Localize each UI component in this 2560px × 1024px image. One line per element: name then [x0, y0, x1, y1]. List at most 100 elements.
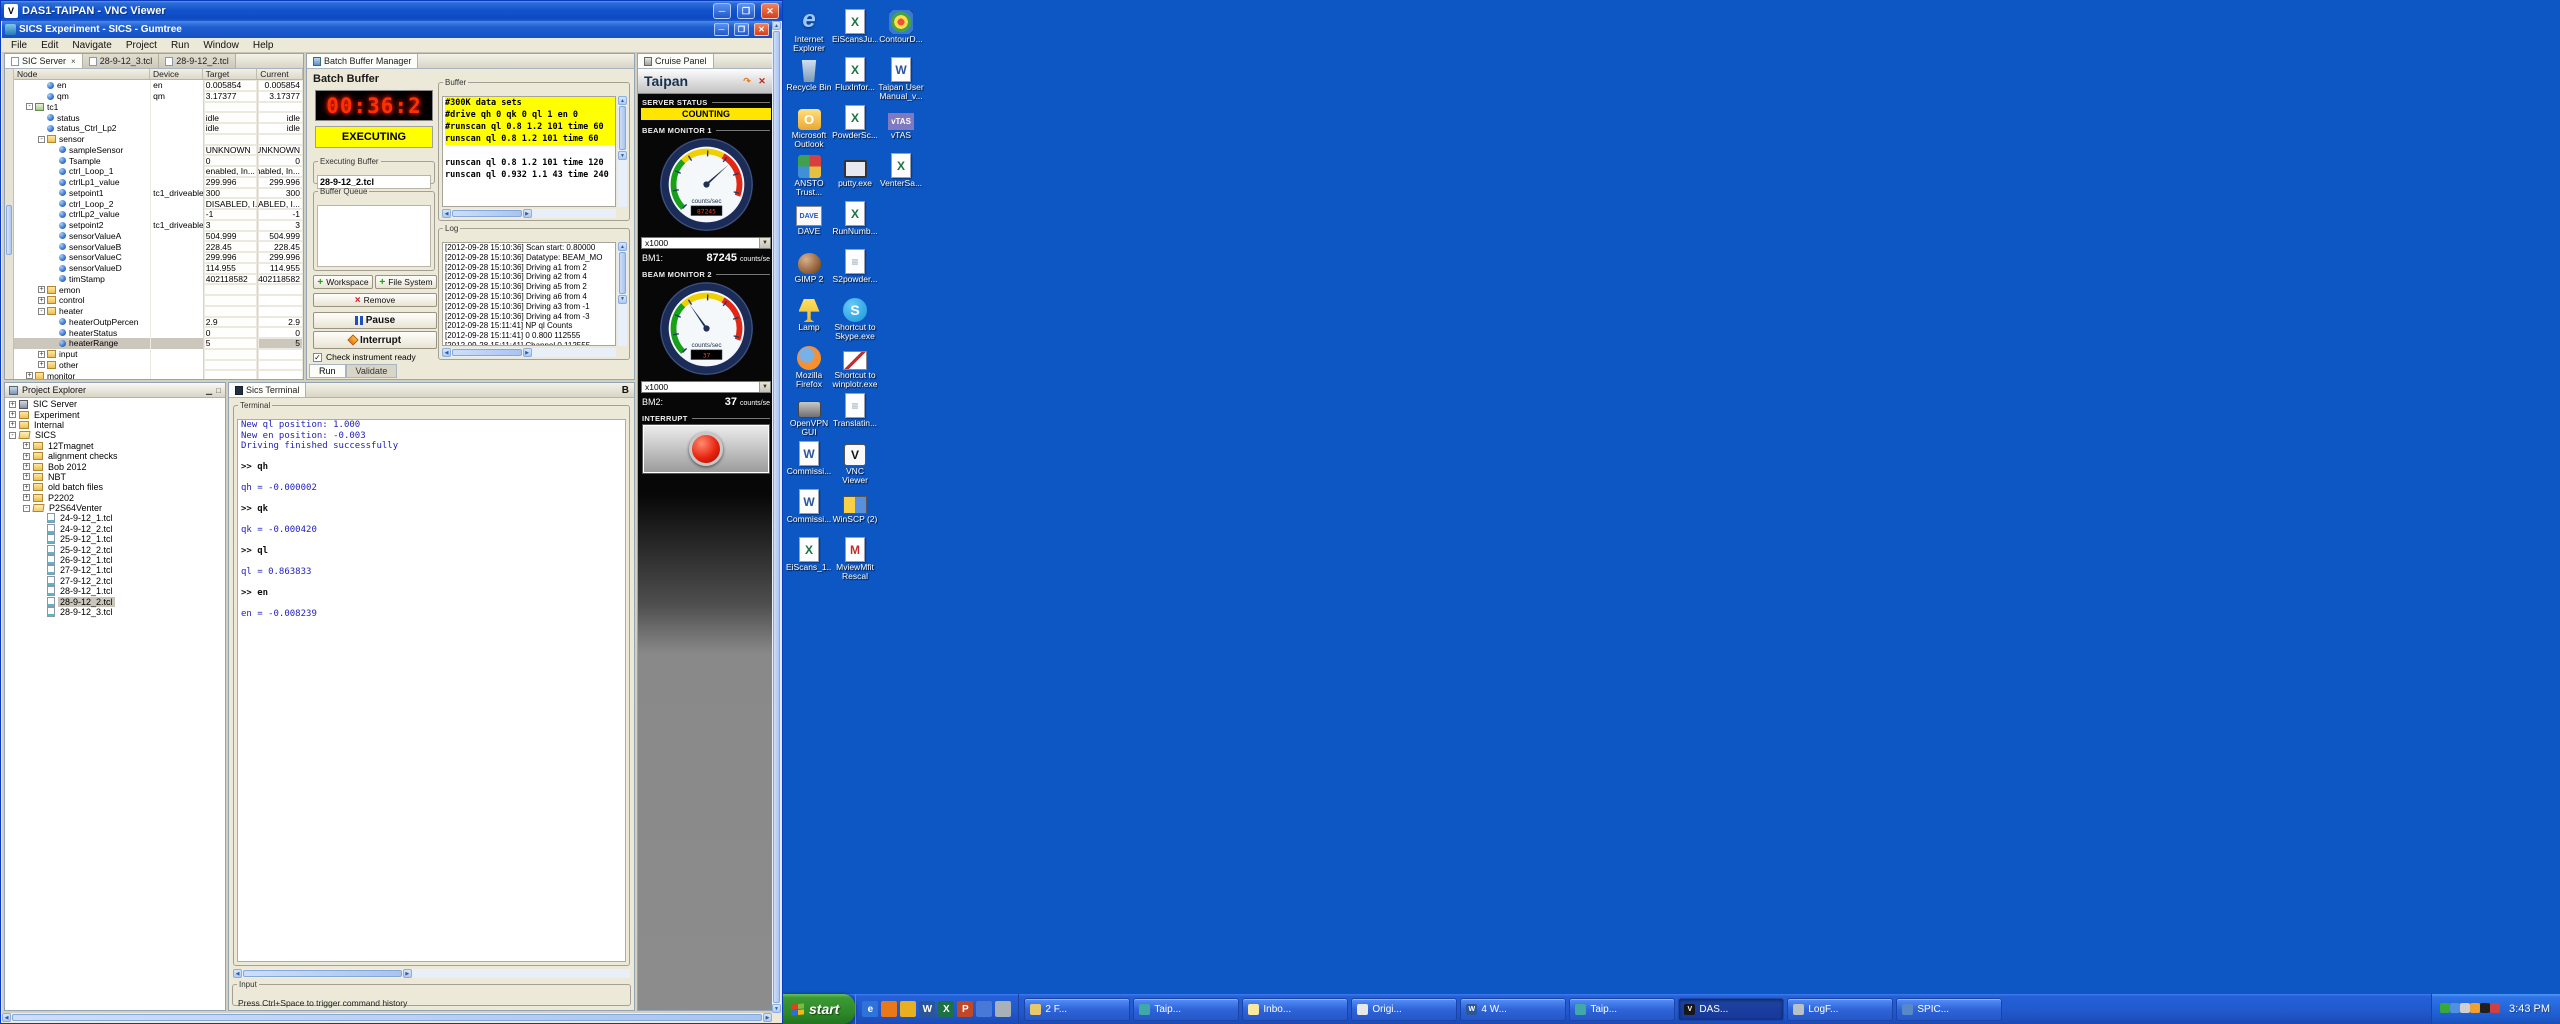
target-cell[interactable]: idle: [203, 112, 258, 123]
scroll-thumb[interactable]: [12, 1014, 762, 1021]
scroll-thumb[interactable]: [243, 970, 402, 977]
tree-expander-icon[interactable]: +: [9, 411, 16, 418]
tree-expander-icon[interactable]: -: [23, 505, 30, 512]
device-tree-row[interactable]: enen0.0058540.005854: [14, 80, 303, 91]
target-cell[interactable]: [203, 134, 258, 145]
desktop-icon-eiscansju[interactable]: XEiScansJu...: [832, 6, 878, 54]
target-cell[interactable]: 3.17377: [203, 91, 258, 102]
desktop-icon-eiscans-1[interactable]: XEiScans_1...: [786, 534, 832, 582]
tree-expander-icon[interactable]: -: [38, 136, 45, 143]
device-tree-row[interactable]: sensorValueB228.45228.45: [14, 241, 303, 252]
target-cell[interactable]: [203, 370, 258, 379]
desktop-icon-shortcut-to-skype-exe[interactable]: SShortcut to Skype.exe: [832, 294, 878, 342]
scroll-right-icon[interactable]: ▶: [763, 1013, 772, 1022]
target-cell[interactable]: 0: [203, 155, 258, 166]
device-tree-row[interactable]: timStamp402118582402118582: [14, 274, 303, 285]
project-explorer-header[interactable]: Project Explorer ▁□: [5, 383, 225, 398]
desktop-icon-openvpn-gui[interactable]: OpenVPN GUI: [786, 390, 832, 438]
device-tree-row[interactable]: +emon: [14, 284, 303, 295]
target-cell[interactable]: 299.996: [203, 177, 258, 188]
device-tree-row[interactable]: +control: [14, 295, 303, 306]
desktop-icon-runnumb[interactable]: XRunNumb...: [832, 198, 878, 246]
target-cell[interactable]: DISABLED, I...: [203, 198, 258, 209]
scroll-up-icon[interactable]: ▲: [618, 96, 627, 105]
device-tree-row[interactable]: status_Ctrl_Lp2idleidle: [14, 123, 303, 134]
column-header-target[interactable]: Target: [203, 69, 258, 79]
target-cell[interactable]: 0: [203, 327, 258, 338]
menu-run[interactable]: Run: [164, 38, 196, 52]
scroll-down-icon[interactable]: ▼: [772, 1004, 781, 1013]
scroll-down-icon[interactable]: ▼: [618, 295, 627, 304]
project-tree-row[interactable]: 25-9-12_2.tcl: [5, 544, 225, 554]
horizontal-scrollbar[interactable]: ◀▶: [442, 209, 616, 218]
scroll-up-icon[interactable]: ▲: [772, 21, 781, 30]
scroll-down-icon[interactable]: ▼: [618, 151, 627, 160]
tab-sic-server[interactable]: SIC Server×: [5, 54, 83, 68]
target-cell[interactable]: [203, 360, 258, 371]
quicklaunch-internet-explorer-icon[interactable]: e: [862, 1001, 878, 1017]
target-cell[interactable]: 2.9: [203, 317, 258, 328]
quicklaunch-firefox-icon[interactable]: [881, 1001, 897, 1017]
project-tree-row[interactable]: +SIC Server: [5, 399, 225, 409]
project-tree-row[interactable]: 24-9-12_2.tcl: [5, 524, 225, 534]
tray-update-orange-icon[interactable]: [2470, 1003, 2480, 1013]
tray-speaker-icon[interactable]: [2460, 1003, 2470, 1013]
device-tree-row[interactable]: ctrlLp2_value-1-1: [14, 209, 303, 220]
target-cell[interactable]: [203, 102, 258, 113]
device-tree-row[interactable]: setpoint2tc1_driveable233: [14, 220, 303, 231]
taskbar-button-taip[interactable]: Taip...: [1133, 998, 1239, 1021]
scroll-left-icon[interactable]: ◀: [233, 969, 242, 978]
tree-expander-icon[interactable]: +: [23, 484, 30, 491]
close-button[interactable]: ✕: [761, 3, 779, 19]
device-tree-row[interactable]: +monitor: [14, 370, 303, 379]
taskbar-button-taip[interactable]: Taip...: [1569, 998, 1675, 1021]
vertical-scrollbar[interactable]: ▲▼: [618, 242, 627, 346]
project-tree-row[interactable]: 28-9-12_2.tcl: [5, 596, 225, 606]
scroll-thumb[interactable]: [6, 205, 12, 255]
terminal-toolbar-b-button[interactable]: B: [622, 385, 629, 396]
tree-expander-icon[interactable]: +: [23, 473, 30, 480]
tray-network-icon[interactable]: [2450, 1003, 2460, 1013]
scroll-left-icon[interactable]: ◀: [442, 348, 451, 357]
target-cell[interactable]: 3: [203, 220, 258, 231]
quicklaunch-app-gray-icon[interactable]: [995, 1001, 1011, 1017]
taskbar-button-origi[interactable]: Origi...: [1351, 998, 1457, 1021]
command-input[interactable]: Press Ctrl+Space to trigger command hist…: [238, 998, 407, 1008]
desktop-icon-internet-explorer[interactable]: eInternet Explorer: [786, 6, 832, 54]
device-tree-row[interactable]: ctrl_Loop_1enabled, In...enabled, In...: [14, 166, 303, 177]
scroll-thumb[interactable]: [452, 210, 522, 217]
tab-validate[interactable]: Validate: [346, 364, 398, 378]
beam-monitor-2-scale-select[interactable]: x1000▼: [641, 381, 771, 393]
desktop-icon-ansto-trust[interactable]: ANSTO Trust...: [786, 150, 832, 198]
target-cell[interactable]: [203, 284, 258, 295]
device-tree-row[interactable]: statusidleidle: [14, 112, 303, 123]
target-cell[interactable]: idle: [203, 123, 258, 134]
scroll-left-icon[interactable]: ◀: [2, 1013, 11, 1022]
scroll-thumb[interactable]: [619, 106, 626, 150]
menu-file[interactable]: File: [4, 38, 34, 52]
scroll-thumb[interactable]: [452, 349, 522, 356]
device-tree-row[interactable]: -heater: [14, 306, 303, 317]
desktop-icon-contourd[interactable]: ContourD...: [878, 6, 924, 54]
device-tree-row[interactable]: sensorValueD114.955114.955: [14, 263, 303, 274]
desktop-icon-dave[interactable]: DAVEDAVE: [786, 198, 832, 246]
minimize-button[interactable]: ─: [713, 3, 731, 19]
desktop-icon-vnc-viewer[interactable]: VVNC Viewer: [832, 438, 878, 486]
workspace-button[interactable]: +Workspace: [313, 275, 373, 289]
desktop-icon-powdersc[interactable]: XPowderSc...: [832, 102, 878, 150]
horizontal-scrollbar[interactable]: ◀▶: [442, 348, 616, 357]
taskbar-button-2-f[interactable]: 2 F...: [1024, 998, 1130, 1021]
device-tree-row[interactable]: +input: [14, 349, 303, 360]
device-tree-row[interactable]: heaterRange55: [14, 338, 303, 349]
refresh-icon[interactable]: ↷: [741, 75, 753, 87]
device-tree-row[interactable]: sensorValueC299.996299.996: [14, 252, 303, 263]
project-tree-row[interactable]: 28-9-12_3.tcl: [5, 607, 225, 617]
project-tree-row[interactable]: -SICS: [5, 430, 225, 440]
target-cell[interactable]: 300: [203, 188, 258, 199]
desktop-icon-ventersa[interactable]: XVenterSa...: [878, 150, 924, 198]
tree-expander-icon[interactable]: +: [23, 463, 30, 470]
scroll-left-icon[interactable]: ◀: [442, 209, 451, 218]
maximize-button[interactable]: ❐: [734, 23, 749, 36]
scroll-right-icon[interactable]: ▶: [523, 209, 532, 218]
device-tree-row[interactable]: sampleSensorUNKNOWNUNKNOWN: [14, 145, 303, 156]
